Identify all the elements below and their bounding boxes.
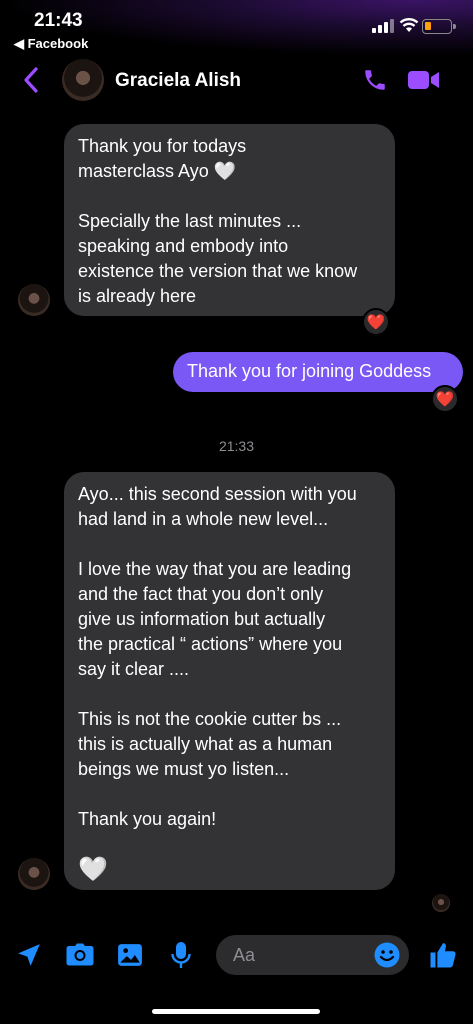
- message-line: the practical “ actions” where you: [78, 634, 343, 654]
- location-arrow-icon[interactable]: [16, 942, 42, 968]
- video-call-icon[interactable]: [408, 69, 440, 91]
- composer-bar: Aa: [0, 930, 473, 982]
- message-timestamp: 21:33: [218, 438, 255, 454]
- white-heart-emoji: 🤍: [78, 856, 108, 883]
- cellular-signal-icon: [372, 19, 394, 33]
- message-line: Thank you for todays: [78, 136, 247, 156]
- message-input[interactable]: Aa: [216, 935, 409, 975]
- status-bar: 21:43 ◀ Facebook: [0, 0, 473, 56]
- message-line: is already here: [78, 286, 197, 306]
- outgoing-message[interactable]: Thank you for joining Goddess: [173, 352, 463, 392]
- read-receipt-avatar: [432, 894, 450, 912]
- message-line: [78, 832, 381, 857]
- emoji-icon[interactable]: [374, 942, 400, 968]
- incoming-message[interactable]: Ayo... this second session with you had …: [64, 472, 395, 890]
- message-line: Thank you again!: [78, 809, 217, 829]
- wifi-icon: [399, 18, 419, 32]
- message-line: and the fact that you don’t only: [78, 584, 324, 604]
- microphone-icon[interactable]: [170, 942, 192, 970]
- sender-avatar[interactable]: [18, 858, 50, 890]
- message-line: had land in a whole new level...: [78, 509, 329, 529]
- message-line: [78, 682, 381, 707]
- message-line: This is not the cookie cutter bs ...: [78, 709, 342, 729]
- photo-gallery-icon[interactable]: [117, 942, 143, 968]
- message-line: [78, 184, 381, 209]
- message-line: existence the version that we know: [78, 261, 358, 281]
- message-line: I love the way that you are leading: [78, 559, 352, 579]
- message-line: speaking and embody into: [78, 236, 289, 256]
- message-input-placeholder: Aa: [233, 945, 256, 965]
- conversation-header: Graciela Alish: [0, 56, 473, 106]
- message-line: say it clear ....: [78, 659, 190, 679]
- message-line: this is actually what as a human: [78, 734, 333, 754]
- contact-avatar[interactable]: [62, 59, 104, 101]
- sender-avatar[interactable]: [18, 284, 50, 316]
- battery-icon: [422, 19, 456, 34]
- contact-name[interactable]: Graciela Alish: [115, 70, 241, 92]
- message-line: beings we must yo listen...: [78, 759, 290, 779]
- thumbs-up-icon[interactable]: [428, 940, 458, 970]
- back-to-facebook-link[interactable]: ◀ Facebook: [14, 36, 88, 52]
- message-line: Specially the last minutes ...: [78, 211, 302, 231]
- message-line: [78, 782, 381, 807]
- message-line: [78, 532, 381, 557]
- message-line: masterclass Ayo 🤍: [78, 161, 237, 181]
- back-chevron-icon[interactable]: [22, 66, 40, 94]
- heart-reaction[interactable]: ❤️: [431, 385, 459, 413]
- status-time: 21:43: [34, 10, 83, 31]
- incoming-message[interactable]: Thank you for todays masterclass Ayo 🤍 S…: [64, 124, 395, 316]
- phone-call-icon[interactable]: [362, 67, 388, 93]
- message-line: Ayo... this second session with you: [78, 484, 357, 504]
- camera-icon[interactable]: [66, 942, 94, 968]
- message-line: give us information but actually: [78, 609, 326, 629]
- home-indicator: [152, 1009, 320, 1014]
- heart-reaction[interactable]: ❤️: [362, 308, 390, 336]
